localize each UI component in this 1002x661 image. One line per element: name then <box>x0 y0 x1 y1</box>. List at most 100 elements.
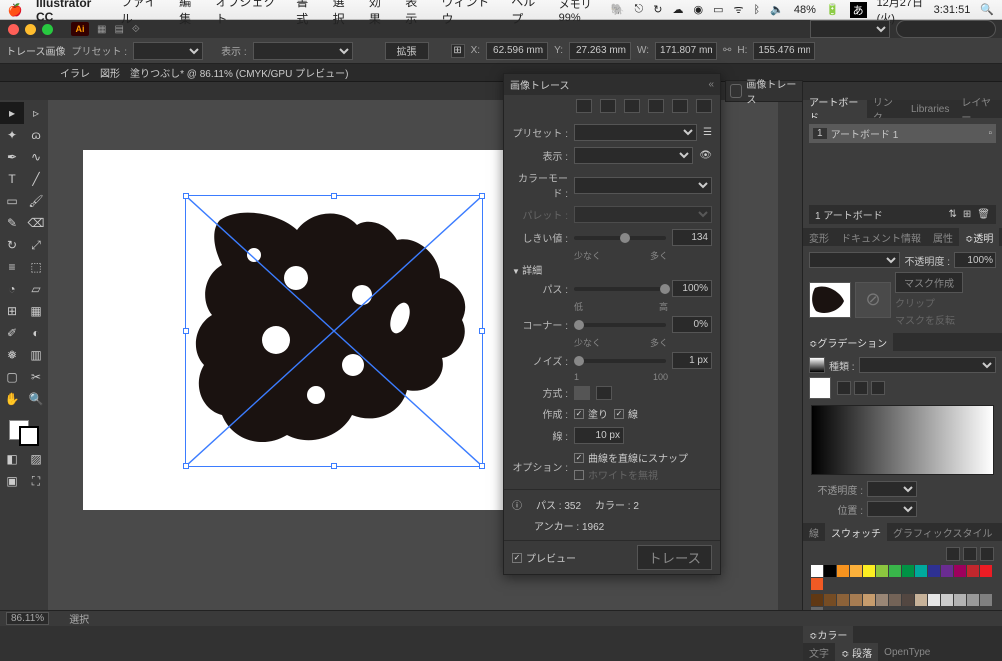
swatch[interactable] <box>902 565 914 577</box>
rotate-tool[interactable]: ↻ <box>0 234 24 256</box>
tab-stroke[interactable]: 線 <box>803 523 825 541</box>
gradient-ramp[interactable] <box>811 405 994 475</box>
wifi-icon[interactable]: ᯤ <box>733 2 743 17</box>
swatch[interactable] <box>954 594 966 606</box>
tp-paths-slider[interactable] <box>574 287 666 291</box>
tp-snap-check[interactable] <box>574 453 584 463</box>
tab-character[interactable]: 文字 <box>803 643 835 661</box>
make-mask-button[interactable]: マスク作成 <box>895 272 963 293</box>
arrange-icon[interactable]: ⟐ <box>132 24 140 35</box>
hand-tool[interactable]: ✋ <box>0 388 24 410</box>
x-input[interactable] <box>486 42 548 60</box>
apple-icon[interactable]: 🍎 <box>8 3 22 17</box>
tab-paragraph[interactable]: ≎ 段落 <box>835 643 878 661</box>
bridge-icon[interactable]: ▦ <box>97 24 106 35</box>
swatch[interactable] <box>941 565 953 577</box>
tab-opentype[interactable]: OpenType <box>878 643 936 661</box>
color-mode-icon[interactable]: ◧ <box>0 448 24 470</box>
preset-select[interactable]: カスタム <box>133 42 203 60</box>
tp-method-abutting-icon[interactable] <box>574 386 590 400</box>
tab-layers[interactable]: レイヤー <box>955 100 1002 118</box>
pen-tool[interactable]: ✒ <box>0 146 24 168</box>
tab-transparency[interactable]: ≎透明 <box>959 228 999 246</box>
preset-outline-icon[interactable] <box>696 99 712 113</box>
swatch[interactable] <box>889 565 901 577</box>
artboard-reorder-icon[interactable]: ⇅ <box>949 209 957 220</box>
zoom-tool[interactable]: 🔍 <box>24 388 48 410</box>
volume-icon[interactable]: 🔈 <box>770 3 784 16</box>
menu-object[interactable]: オブジェクト <box>215 0 282 27</box>
tsb-artboards[interactable]: アートボード <box>803 100 867 118</box>
tp-noise-input[interactable] <box>672 352 712 369</box>
preset-hifi-icon[interactable] <box>600 99 616 113</box>
free-transform-tool[interactable]: ⬚ <box>24 256 48 278</box>
zoom-window[interactable] <box>42 24 53 35</box>
swatch-list-icon[interactable] <box>963 547 977 561</box>
link-wh-icon[interactable]: ⚯ <box>723 45 731 56</box>
shaper-tool[interactable]: ✎ <box>0 212 24 234</box>
swatch[interactable] <box>941 594 953 606</box>
tp-noise-slider[interactable] <box>574 359 666 363</box>
close-window[interactable] <box>8 24 19 35</box>
zoom-display[interactable]: 86.11% <box>6 612 49 625</box>
grad-fill-proxy[interactable] <box>809 377 831 399</box>
slice-tool[interactable]: ✂ <box>24 366 48 388</box>
preset-gray-icon[interactable] <box>648 99 664 113</box>
grad-opacity-select[interactable] <box>867 481 917 497</box>
mask-thumb[interactable]: ⊘ <box>855 282 891 318</box>
app-name[interactable]: Illustrator CC <box>36 0 107 24</box>
tp-stroke-input[interactable] <box>574 427 624 444</box>
blend-mode-select[interactable]: 通常 <box>809 252 900 268</box>
tp-create-stroke-check[interactable] <box>614 409 624 419</box>
preset-auto-icon[interactable] <box>576 99 592 113</box>
swatch[interactable] <box>928 594 940 606</box>
reference-point[interactable]: ⊞ <box>451 44 465 58</box>
tp-view-select[interactable]: トレース結果 <box>574 147 693 164</box>
view-select[interactable]: トレース結果 <box>253 42 353 60</box>
tab-gradient[interactable]: ≎グラデーション <box>803 333 893 351</box>
swatch[interactable] <box>967 565 979 577</box>
menu-view[interactable]: 表示 <box>405 0 427 27</box>
tab-attributes[interactable]: 属性 <box>927 228 959 246</box>
tp-eye-icon[interactable]: 👁 <box>699 150 712 161</box>
swatch[interactable] <box>811 578 823 590</box>
tp-threshold-input[interactable] <box>672 229 712 246</box>
swatch[interactable] <box>954 565 966 577</box>
tp-threshold-slider[interactable] <box>574 236 666 240</box>
h-input[interactable] <box>753 42 815 60</box>
tab-libraries[interactable]: Libraries <box>905 100 955 118</box>
new-artboard-icon[interactable]: ⊞ <box>963 209 971 220</box>
swatch[interactable] <box>811 594 823 606</box>
tp-corners-slider[interactable] <box>574 323 666 327</box>
swatch[interactable] <box>850 565 862 577</box>
tp-preset-select[interactable]: カスタム <box>574 124 697 141</box>
shape-builder-tool[interactable]: ◔ <box>0 278 24 300</box>
menu-type[interactable]: 書式 <box>296 0 318 27</box>
dropbox-icon[interactable]: ⎋ <box>635 3 644 16</box>
stock-icon[interactable]: ▤ <box>114 24 123 35</box>
tp-colormode-select[interactable]: 白黒 <box>574 177 712 194</box>
tp-create-fill-check[interactable] <box>574 409 584 419</box>
swatch[interactable] <box>980 594 992 606</box>
paintbrush-tool[interactable]: 🖌 <box>24 190 48 212</box>
tab-docinfo[interactable]: ドキュメント情報 <box>835 228 927 246</box>
selection-bounding-box[interactable] <box>185 195 483 467</box>
gradient-mode-icon[interactable]: ▨ <box>24 448 48 470</box>
grad-radial-icon[interactable] <box>854 381 868 395</box>
curvature-tool[interactable]: ∿ <box>24 146 48 168</box>
w-input[interactable] <box>655 42 717 60</box>
mesh-tool[interactable]: ⊞ <box>0 300 24 322</box>
sync-icon[interactable]: ↻ <box>653 3 662 16</box>
eraser-tool[interactable]: ⌫ <box>24 212 48 234</box>
line-tool[interactable]: ╱ <box>24 168 48 190</box>
swatch[interactable] <box>915 565 927 577</box>
tp-corners-input[interactable] <box>672 316 712 333</box>
display-icon[interactable]: ▭ <box>713 3 723 16</box>
tp-method-overlap-icon[interactable] <box>596 386 612 400</box>
swatch[interactable] <box>876 565 888 577</box>
gradient-swatch[interactable] <box>809 357 825 373</box>
document-tab[interactable]: イラレ 図形 塗りつぶし* @ 86.11% (CMYK/GPU プレビュー) <box>60 65 348 80</box>
cloud-icon[interactable]: ☁ <box>672 3 683 16</box>
artboard-options-icon[interactable]: ▫ <box>988 128 992 139</box>
time[interactable]: 3:31:51 <box>934 4 971 16</box>
